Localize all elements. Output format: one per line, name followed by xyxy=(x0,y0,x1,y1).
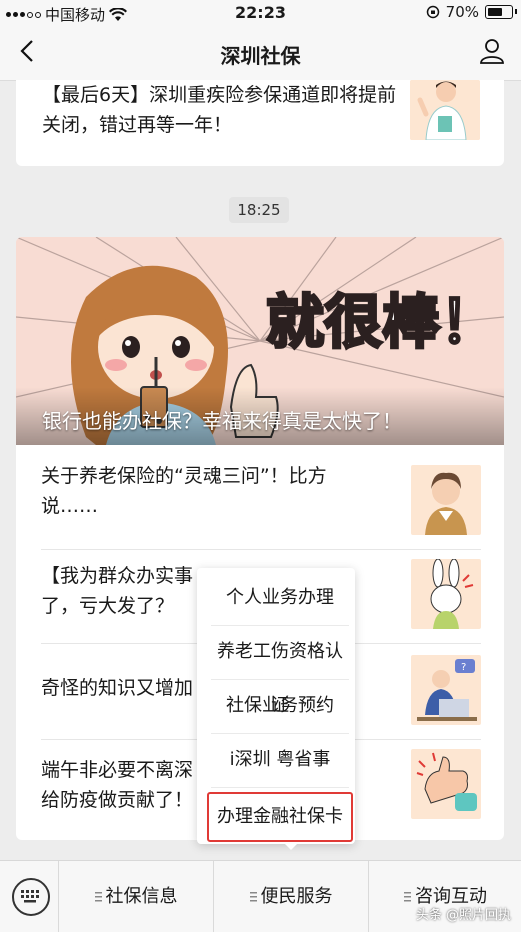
list-item[interactable]: 关于养老保险的“灵魂三问”！比方说…… xyxy=(41,461,481,550)
battery-percent: 70% xyxy=(445,3,479,21)
hero-article[interactable]: 就很棒！ 银行也能办社保？幸福来得真是太快了！ xyxy=(16,237,504,445)
service-menu-popup: 个人业务办理 养老工伤资格认证 社保业务预约 i深圳 粤省事 办理金融社保卡 xyxy=(197,568,355,844)
menu-lines-icon xyxy=(404,892,411,902)
hero-art-text: 就很棒！ xyxy=(266,288,498,356)
tab-label: 便民服务 xyxy=(260,886,333,907)
elderly-woman-thumbnail xyxy=(411,465,481,535)
page-title: 深圳社保 xyxy=(220,44,301,68)
article-title: 关于养老保险的“灵魂三问”！比方说…… xyxy=(41,465,327,517)
user-profile-icon[interactable] xyxy=(477,36,507,66)
article-card-top[interactable]: 【最后6天】深圳重疾险参保通道即将提前关闭，错过再等一年！ xyxy=(16,80,504,166)
menu-lines-icon xyxy=(94,892,102,902)
menu-item-ishenzhen[interactable]: i深圳 粤省事 xyxy=(211,733,349,788)
keyboard-toggle-icon[interactable] xyxy=(12,878,50,916)
nav-bar: 深圳社保 xyxy=(0,26,521,81)
menu-item-financial-card[interactable]: 办理金融社保卡 xyxy=(207,792,353,842)
rabbit-thumbnail xyxy=(411,559,481,629)
office-worker-thumbnail: ? xyxy=(411,655,481,725)
battery-icon xyxy=(485,5,517,19)
menu-item-personal-business[interactable]: 个人业务办理 xyxy=(211,571,349,626)
tab-convenience-services[interactable]: 便民服务 xyxy=(213,861,368,932)
hero-caption: 银行也能办社保？幸福来得真是太快了！ xyxy=(42,409,402,433)
orientation-lock-icon xyxy=(426,5,439,19)
menu-item-appointment[interactable]: 社保业务预约 xyxy=(211,679,349,734)
thumbs-up-thumbnail xyxy=(411,749,481,819)
doctor-thumbnail xyxy=(410,80,480,140)
menu-pointer xyxy=(283,842,299,850)
status-bar: 中国移动 22:23 70% xyxy=(0,0,521,26)
message-timestamp: 18:25 xyxy=(229,197,289,223)
menu-lines-icon xyxy=(249,892,257,902)
tab-social-security-info[interactable]: 社保信息 xyxy=(58,861,213,932)
menu-item-pension-qualification[interactable]: 养老工伤资格认证 xyxy=(211,625,349,716)
article-title: 【最后6天】深圳重疾险参保通道即将提前关闭，错过再等一年！ xyxy=(42,84,397,136)
watermark: 头条 @照片回执 xyxy=(415,908,511,923)
svg-text:?: ? xyxy=(461,662,466,673)
tab-label: 社保信息 xyxy=(105,886,178,907)
